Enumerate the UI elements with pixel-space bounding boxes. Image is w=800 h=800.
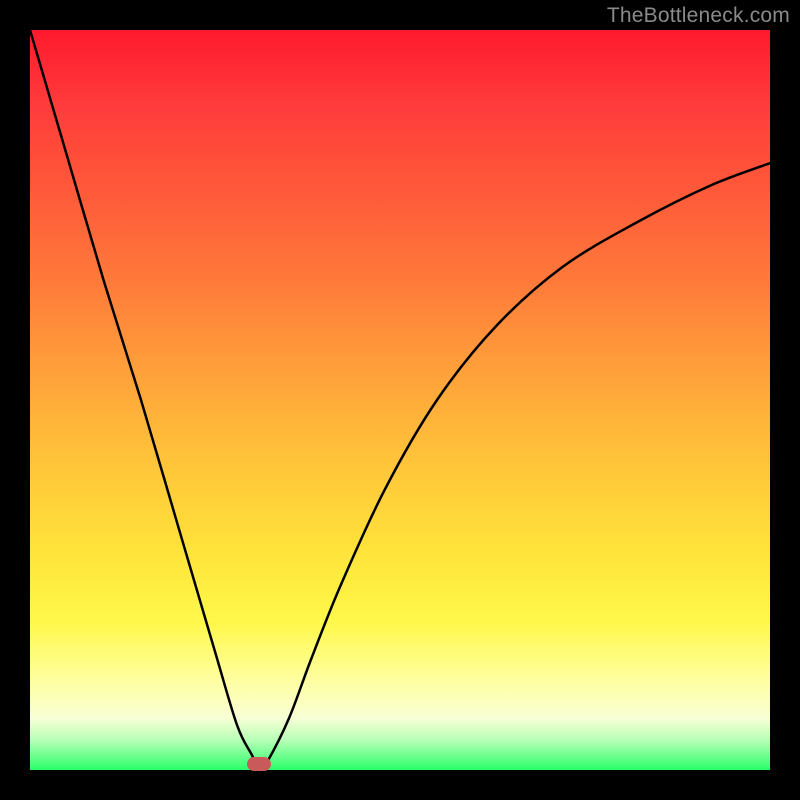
plot-area xyxy=(30,30,770,770)
chart-stage: TheBottleneck.com xyxy=(0,0,800,800)
bottleneck-curve xyxy=(30,30,770,770)
watermark-text: TheBottleneck.com xyxy=(607,4,790,28)
min-marker xyxy=(247,757,271,771)
curve-layer xyxy=(30,30,770,770)
